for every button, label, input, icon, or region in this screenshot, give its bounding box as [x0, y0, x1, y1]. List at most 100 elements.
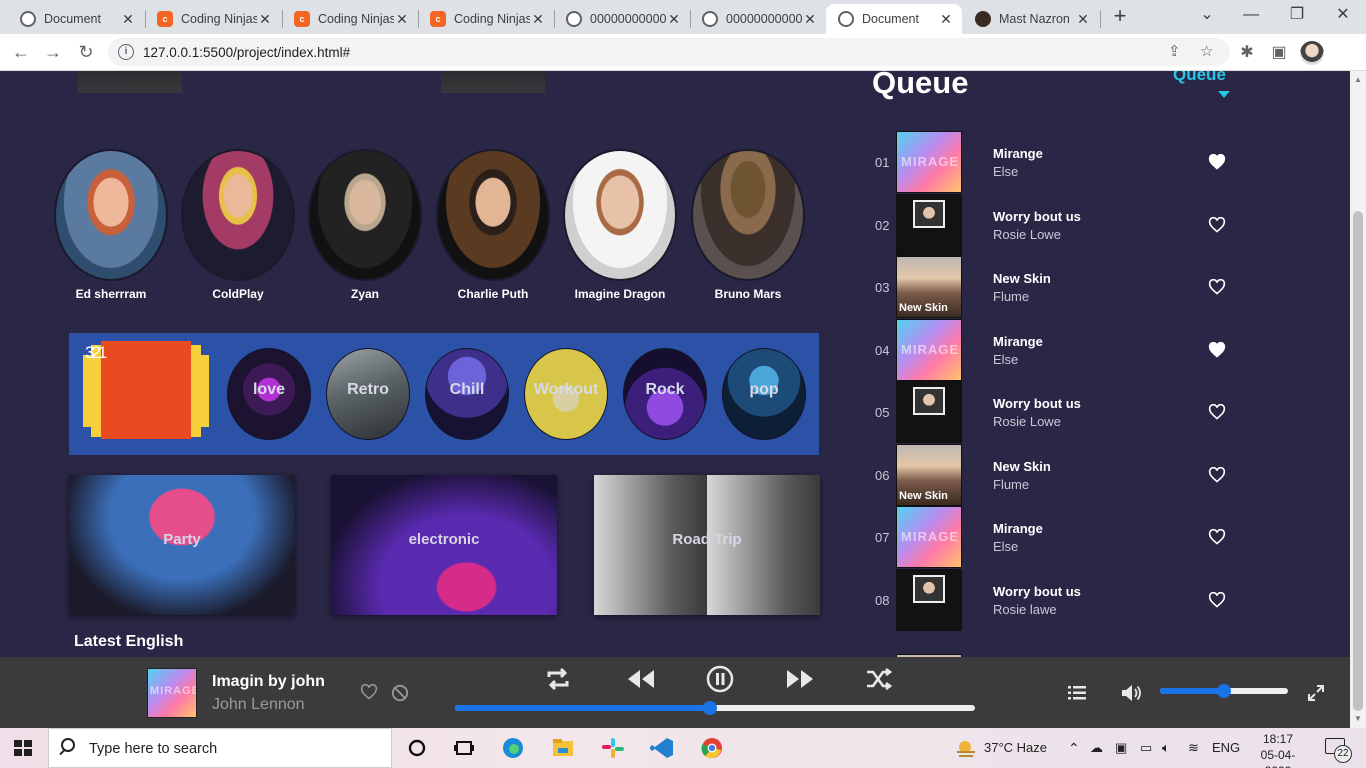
profile-avatar[interactable]: [1300, 41, 1324, 65]
fullscreen-icon[interactable]: [1307, 684, 1325, 702]
tab-coding-ninjas-1[interactable]: c Coding Ninjas ✕: [145, 4, 281, 34]
queue-item[interactable]: 04 MIRAGE Mirange Else: [870, 319, 1230, 381]
weather-text[interactable]: 37°C Haze: [984, 740, 1047, 755]
heart-outline-icon[interactable]: [1208, 403, 1226, 420]
reload-button[interactable]: ↻: [73, 40, 99, 64]
scroll-down-arrow-icon[interactable]: ▼: [1354, 714, 1362, 723]
artist-card[interactable]: Imagine Dragon: [563, 149, 677, 301]
album-art[interactable]: MIRAGE: [896, 506, 962, 568]
extensions-icon[interactable]: ✱: [1236, 42, 1258, 62]
cortana-icon[interactable]: [404, 736, 430, 760]
artist-card[interactable]: Bruno Mars: [691, 149, 805, 301]
heart-outline-icon[interactable]: [1208, 278, 1226, 295]
url-text[interactable]: 127.0.0.1:5500/project/index.html#: [143, 45, 350, 60]
task-view-icon[interactable]: [451, 736, 477, 760]
artist-photo[interactable]: [54, 149, 168, 281]
heart-outline-icon[interactable]: [1208, 528, 1226, 545]
close-icon[interactable]: ✕: [666, 11, 682, 28]
genre-pop[interactable]: pop: [722, 348, 806, 440]
song-title[interactable]: Worry bout us: [993, 209, 1081, 224]
artist-photo[interactable]: [181, 149, 295, 281]
close-icon[interactable]: ✕: [257, 11, 273, 28]
network-people-icon[interactable]: ☁: [1090, 740, 1103, 756]
close-icon[interactable]: ✕: [530, 11, 546, 28]
defender-icon[interactable]: ▣: [1115, 740, 1127, 756]
artist-photo[interactable]: [691, 149, 805, 281]
slack-icon[interactable]: [600, 736, 626, 760]
album-art[interactable]: MIRAGE: [896, 319, 962, 381]
close-window-button[interactable]: ✕: [1320, 0, 1366, 34]
language-indicator[interactable]: ENG: [1212, 740, 1240, 755]
fast-forward-icon[interactable]: [785, 668, 815, 690]
windows-start-icon[interactable]: [14, 740, 32, 756]
pause-icon[interactable]: [706, 665, 734, 693]
page-scrollbar[interactable]: ▲ ▼: [1350, 71, 1366, 728]
close-icon[interactable]: ✕: [802, 11, 818, 28]
block-icon[interactable]: [391, 684, 409, 702]
tab-zeros-2[interactable]: 000000000000 ✕: [690, 4, 826, 34]
playlist-list-icon[interactable]: [1068, 686, 1086, 700]
cropped-thumbnail[interactable]: [441, 71, 545, 93]
tab-mast-nazron[interactable]: Mast Nazron ✕: [963, 4, 1099, 34]
back-button[interactable]: ←: [8, 40, 34, 64]
chevron-up-icon[interactable]: ⌃: [1068, 740, 1080, 757]
genre-workout[interactable]: Workout: [524, 348, 608, 440]
edge-icon[interactable]: [500, 736, 526, 760]
artist-card[interactable]: Ed sherrram: [54, 149, 168, 301]
queue-item[interactable]: 02 Worry bout us Rosie Lowe: [870, 194, 1230, 256]
caret-down-icon[interactable]: [1218, 91, 1230, 98]
info-icon[interactable]: i: [118, 44, 134, 60]
heart-outline-icon[interactable]: [1208, 466, 1226, 483]
minimize-button[interactable]: —: [1228, 0, 1274, 34]
queue-item[interactable]: 08 Worry bout us Rosie lawe: [870, 569, 1230, 631]
heart-outline-icon[interactable]: [1208, 591, 1226, 608]
restore-button[interactable]: ❐: [1274, 0, 1320, 34]
artist-card[interactable]: Zyan: [308, 149, 422, 301]
queue-item[interactable]: 06 New Skin New Skin Flume: [870, 444, 1230, 506]
song-title[interactable]: New Skin: [993, 459, 1051, 474]
queue-item[interactable]: 03 New Skin New Skin Flume: [870, 256, 1230, 318]
playlist-road-trip[interactable]: Road Trip: [594, 475, 820, 615]
heart-filled-icon[interactable]: [1208, 153, 1226, 170]
song-title[interactable]: New Skin: [993, 271, 1051, 286]
new-tab-button[interactable]: +: [1108, 4, 1132, 30]
album-art[interactable]: [896, 194, 962, 256]
song-progress-slider[interactable]: [455, 701, 975, 715]
taskbar-search[interactable]: Type here to search: [48, 728, 392, 768]
rewind-icon[interactable]: [626, 668, 656, 690]
speaker-icon[interactable]: 🔈︎: [1162, 740, 1170, 756]
album-art[interactable]: New Skin: [896, 256, 962, 318]
playlist-electronic[interactable]: electronic: [331, 475, 557, 615]
album-art[interactable]: [896, 381, 962, 443]
queue-item[interactable]: 07 MIRAGE Mirange Else: [870, 506, 1230, 568]
genre-chill[interactable]: Chill: [425, 348, 509, 440]
artist-photo[interactable]: [436, 149, 550, 281]
volume-icon[interactable]: [1121, 684, 1143, 702]
notification-center-icon[interactable]: 22: [1325, 738, 1352, 763]
weather-haze-icon[interactable]: [953, 736, 979, 760]
queue-toggle[interactable]: Queue: [1173, 71, 1226, 85]
search-placeholder[interactable]: Type here to search: [89, 741, 217, 757]
close-icon[interactable]: ✕: [394, 11, 410, 28]
volume-slider[interactable]: [1160, 684, 1288, 698]
share-icon[interactable]: ⇪: [1168, 42, 1181, 60]
tab-document-active[interactable]: Document ✕: [826, 4, 962, 34]
tab-document[interactable]: Document ✕: [8, 4, 144, 34]
battery-icon[interactable]: ▭: [1140, 740, 1152, 756]
close-icon[interactable]: ✕: [938, 11, 954, 28]
tab-coding-ninjas-3[interactable]: c Coding Ninjas ✕: [418, 4, 554, 34]
artist-card[interactable]: Charlie Puth: [436, 149, 550, 301]
side-panel-icon[interactable]: ▣: [1268, 42, 1290, 62]
song-title[interactable]: Worry bout us: [993, 584, 1081, 599]
artist-photo[interactable]: [563, 149, 677, 281]
file-explorer-icon[interactable]: [550, 736, 576, 760]
close-icon[interactable]: ✕: [1075, 11, 1091, 28]
queue-item[interactable]: 05 Worry bout us Rosie Lowe: [870, 381, 1230, 443]
playlist-party[interactable]: Party: [69, 475, 295, 615]
clock[interactable]: 18:17 05-04-2022: [1248, 731, 1308, 768]
heart-filled-icon[interactable]: [1208, 341, 1226, 358]
song-title[interactable]: Worry bout us: [993, 396, 1081, 411]
song-title[interactable]: Mirange: [993, 521, 1043, 536]
artist-card[interactable]: ColdPlay: [181, 149, 295, 301]
genre-rock[interactable]: Rock: [623, 348, 707, 440]
